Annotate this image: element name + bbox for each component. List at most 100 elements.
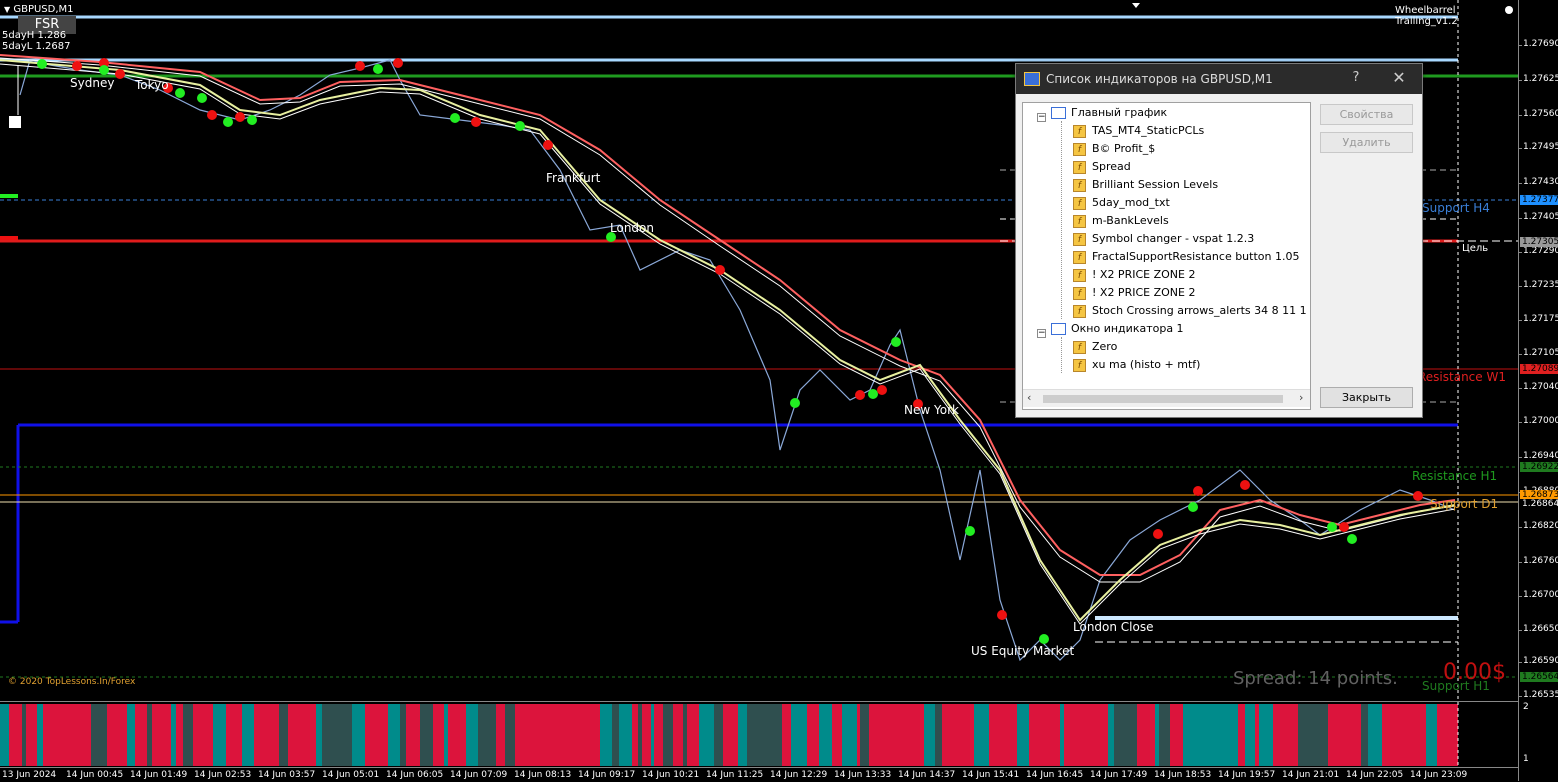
price-tick-mark <box>1519 252 1522 253</box>
histogram-bar <box>967 704 974 766</box>
time-tick-label: 14 Jun 01:49 <box>130 770 188 780</box>
histogram-bar <box>553 704 567 766</box>
tree-indicator-item[interactable]: f Spread <box>1073 158 1131 176</box>
scroll-left-icon[interactable]: ‹ <box>1027 391 1031 404</box>
histogram-bar <box>807 704 819 766</box>
histogram-bar <box>1368 704 1382 766</box>
scroll-thumb[interactable] <box>1043 395 1283 403</box>
delete-button[interactable]: Удалить <box>1320 132 1413 153</box>
tree-indicator-item[interactable]: f TAS_MT4_StaticPCLs <box>1073 122 1204 140</box>
ea-status-icon <box>1505 6 1513 14</box>
histogram-bar <box>1137 704 1151 766</box>
indicator-fx-icon: f <box>1073 214 1086 228</box>
histogram-bar <box>619 704 632 766</box>
indicator-fx-icon: f <box>1073 268 1086 282</box>
price-tick-mark <box>1519 354 1522 355</box>
tree-indicator-item[interactable]: f B© Profit_$ <box>1073 140 1155 158</box>
indicator-fx-icon: f <box>1073 340 1086 354</box>
tree-indicator-item[interactable]: f ! X2 PRICE ZONE 2 <box>1073 284 1195 302</box>
price-tick-label: 1.26760 <box>1523 556 1558 566</box>
close-icon[interactable]: ✕ <box>1390 68 1408 87</box>
tree-node-main-chart[interactable]: Главный график <box>1051 104 1167 122</box>
tree-indicator-item[interactable]: f xu ma (histo + mtf) <box>1073 356 1200 374</box>
histogram-bar <box>365 704 375 766</box>
histogram-bar <box>297 704 303 766</box>
price-tick-mark <box>1519 596 1522 597</box>
histogram-bar <box>55 704 64 766</box>
dialog-titlebar[interactable]: Список индикаторов на GBPUSD,M1 ? ✕ <box>1016 64 1422 94</box>
price-axis[interactable]: 1.27690 1.27625 1.27560 1.27495 1.27430 1.274… <box>1518 0 1558 781</box>
price-tag: 1.27089 <box>1520 364 1558 374</box>
tree-indicator-item[interactable]: f Zero <box>1073 338 1117 356</box>
indicator-fx-icon: f <box>1073 160 1086 174</box>
time-axis[interactable]: 13 Jun 2024 14 Jun 00:45 14 Jun 01:49 14 Ju… <box>0 767 1518 782</box>
frankfurt-label: Frankfurt <box>546 171 601 185</box>
histogram-bar <box>1176 704 1183 766</box>
indicator-fx-icon: f <box>1073 232 1086 246</box>
help-icon[interactable]: ? <box>1348 70 1364 85</box>
histogram-bar <box>1358 704 1361 766</box>
histogram-bar <box>270 704 279 766</box>
time-tick-label: 14 Jun 18:53 <box>1154 770 1212 780</box>
histogram-bar <box>638 704 642 766</box>
price-tick-mark <box>1519 630 1522 631</box>
indicator-subwindow[interactable] <box>0 701 1518 768</box>
tree-indicator-item[interactable]: f FractalSupportResistance button 1.05 <box>1073 248 1299 266</box>
histogram-bar <box>406 704 409 766</box>
london-close-label: London Close <box>1073 620 1154 634</box>
dropdown-triangle-icon[interactable]: ▼ <box>4 5 10 14</box>
time-tick-label: 14 Jun 09:17 <box>578 770 636 780</box>
time-tick-label: 14 Jun 03:57 <box>258 770 316 780</box>
tree-item-label: ! X2 PRICE ZONE 2 <box>1092 286 1196 299</box>
tree-item-label: xu ma (histo + mtf) <box>1092 358 1201 371</box>
histogram-bar <box>929 704 935 766</box>
histogram-bar <box>747 704 761 766</box>
histogram-bar <box>1052 704 1060 766</box>
indicator-tree[interactable]: − Главный график f TAS_MT4_StaticPCLs f B© … <box>1022 102 1311 410</box>
time-tick-label: 14 Jun 13:33 <box>834 770 892 780</box>
price-tick-mark <box>1519 422 1522 423</box>
histogram-bar <box>832 704 842 766</box>
histogram-bar <box>1410 704 1416 766</box>
horizontal-scrollbar[interactable]: ‹ › <box>1023 389 1310 407</box>
histogram-bar <box>663 704 673 766</box>
properties-button[interactable]: Свойства <box>1320 104 1413 125</box>
histogram-bar <box>547 704 553 766</box>
histogram-bar <box>1328 704 1337 766</box>
tree-indicator-item[interactable]: f m-BankLevels <box>1073 212 1169 230</box>
symbol-title: ▼ GBPUSD,M1 <box>4 4 74 15</box>
tree-indicator-item[interactable]: f Stoch Crossing arrows_alerts 34 8 11 1 … <box>1073 302 1310 320</box>
histogram-bar <box>91 704 107 766</box>
indicator-fx-icon: f <box>1073 124 1086 138</box>
histogram-bar <box>1002 704 1010 766</box>
histogram-bar <box>171 704 176 766</box>
histogram-bar <box>699 704 714 766</box>
histogram-bar <box>1151 704 1155 766</box>
histogram-bar <box>646 704 651 766</box>
histogram-bar <box>819 704 832 766</box>
tree-indicator-item[interactable]: f 5day_mod_txt <box>1073 194 1170 212</box>
time-tick-label: 14 Jun 10:21 <box>642 770 700 780</box>
scroll-right-icon[interactable]: › <box>1299 391 1303 404</box>
tree-indicator-item[interactable]: f Brilliant Session Levels <box>1073 176 1218 194</box>
histogram-bar <box>1294 704 1298 766</box>
support-d1-label: Support D1 <box>1430 497 1499 511</box>
close-button[interactable]: Закрыть <box>1320 387 1413 408</box>
tree-guide-line <box>1061 121 1062 319</box>
price-tag: 1.26864 <box>1520 499 1558 509</box>
tree-indicator-item[interactable]: f ! X2 PRICE ZONE 2 <box>1073 266 1195 284</box>
histogram-bar <box>600 704 603 766</box>
tree-indicator-item[interactable]: f Symbol changer - vspat 1.2.3 <box>1073 230 1254 248</box>
collapse-icon[interactable]: − <box>1037 329 1046 338</box>
tree-node-indicator-window[interactable]: Окно индикатора 1 <box>1051 320 1184 338</box>
histogram-bar <box>43 704 55 766</box>
collapse-icon[interactable]: − <box>1037 113 1046 122</box>
price-tag: 1.27377 <box>1520 195 1558 205</box>
histogram-bar <box>869 704 881 766</box>
time-tick-label: 14 Jun 15:41 <box>962 770 1020 780</box>
histogram-bar <box>1361 704 1368 766</box>
histogram-bar <box>782 704 791 766</box>
price-tick-label: 1.27405 <box>1523 212 1558 222</box>
price-tag: 1.27305 <box>1520 237 1558 247</box>
histogram-bar <box>1159 704 1170 766</box>
